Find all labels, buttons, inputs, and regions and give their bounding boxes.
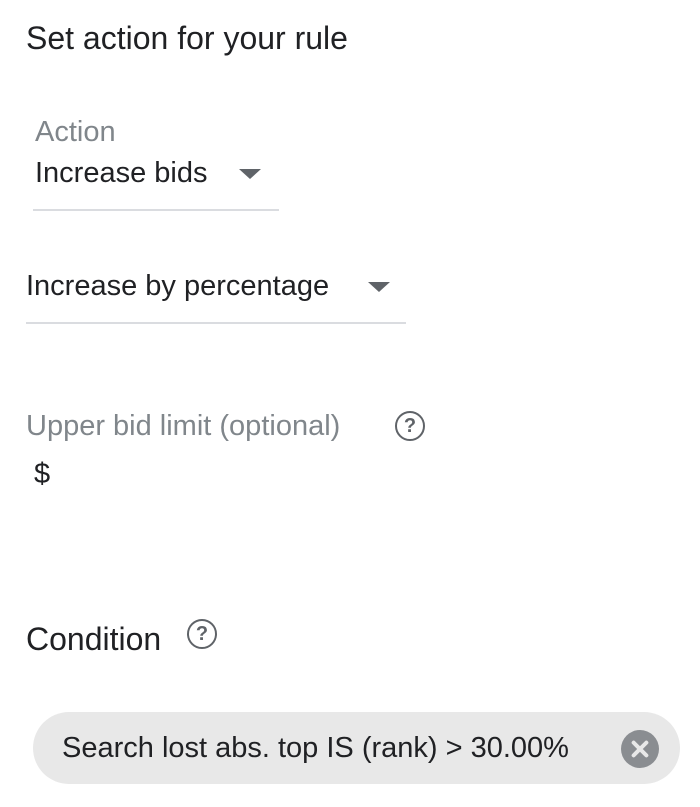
section-title: Set action for your rule xyxy=(26,20,348,56)
help-circle-icon[interactable]: ? xyxy=(395,411,425,441)
condition-heading: Condition xyxy=(26,621,162,657)
adjustment-select[interactable]: Increase by percentage xyxy=(26,266,406,326)
help-circle-icon[interactable]: ? xyxy=(187,619,217,649)
dropdown-arrow-icon xyxy=(368,282,390,292)
adjustment-underline xyxy=(26,322,406,324)
action-label: Action xyxy=(35,116,116,148)
action-select[interactable]: Action Increase bids xyxy=(33,112,279,212)
dropdown-arrow-icon xyxy=(239,169,261,179)
upper-bid-limit-input[interactable]: $ xyxy=(26,452,386,502)
action-underline xyxy=(33,209,279,211)
condition-chip-text: Search lost abs. top IS (rank) > 30.00% xyxy=(62,732,569,764)
close-circle-icon[interactable] xyxy=(621,730,659,768)
adjustment-value: Increase by percentage xyxy=(26,270,330,302)
action-value: Increase bids xyxy=(35,157,208,189)
currency-prefix: $ xyxy=(34,458,51,490)
upper-bid-limit-label: Upper bid limit (optional) xyxy=(26,410,341,442)
